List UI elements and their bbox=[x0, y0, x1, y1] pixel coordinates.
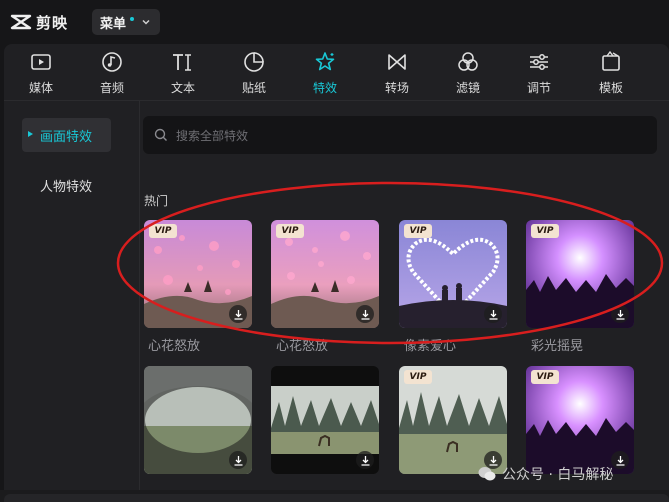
sidebar-item-character-effects[interactable]: 人物特效 bbox=[22, 168, 111, 202]
top-bar: 剪映 菜单 bbox=[0, 0, 669, 44]
effect-card[interactable]: VIP bbox=[144, 220, 252, 328]
tab-label: 特效 bbox=[312, 81, 337, 95]
template-icon bbox=[602, 50, 620, 71]
audio-icon bbox=[102, 52, 122, 72]
section-title: 热门 bbox=[144, 194, 169, 208]
vip-badge: VIP bbox=[149, 224, 177, 238]
media-icon bbox=[31, 54, 51, 70]
adjust-icon bbox=[530, 54, 548, 70]
search-placeholder: 搜索全部特效 bbox=[176, 128, 249, 143]
download-icon bbox=[234, 455, 242, 466]
watermark: 公众号 · 白马解秘 bbox=[478, 464, 613, 484]
vip-badge: VIP bbox=[404, 224, 432, 238]
tab-label: 滤镜 bbox=[455, 81, 480, 95]
tab-label: 音频 bbox=[99, 81, 124, 95]
capcut-logo-icon bbox=[10, 14, 32, 30]
category-sidebar: 画面特效 人物特效 bbox=[4, 100, 140, 490]
effect-card[interactable] bbox=[271, 366, 379, 474]
sidebar-item-label: 画面特效 bbox=[40, 129, 93, 145]
transition-icon bbox=[388, 54, 406, 70]
download-icon bbox=[616, 309, 624, 320]
tab-text[interactable]: 文本 bbox=[153, 48, 213, 98]
vip-badge: VIP bbox=[531, 224, 559, 238]
effects-icon bbox=[315, 52, 335, 71]
effect-card[interactable]: VIP bbox=[399, 220, 507, 328]
sidebar-item-scene-effects[interactable]: 画面特效 bbox=[22, 118, 111, 152]
tab-bar: 媒体 音频 文本 贴纸 特效 转场 滤镜 调节 模板 bbox=[4, 44, 669, 101]
tab-transition[interactable]: 转场 bbox=[367, 48, 427, 98]
tab-media[interactable]: 媒体 bbox=[11, 48, 71, 98]
download-button[interactable] bbox=[611, 451, 629, 469]
tab-label: 模板 bbox=[598, 81, 623, 95]
download-button[interactable] bbox=[229, 451, 247, 469]
effect-card[interactable]: VIP bbox=[526, 220, 634, 328]
tab-label: 调节 bbox=[526, 81, 551, 95]
active-caret-icon bbox=[28, 131, 33, 137]
tab-label: 贴纸 bbox=[241, 81, 266, 95]
effect-card[interactable]: VIP bbox=[399, 366, 507, 474]
tab-label: 文本 bbox=[170, 81, 195, 95]
tab-effects[interactable]: 特效 bbox=[295, 48, 355, 98]
tab-filter[interactable]: 滤镜 bbox=[438, 48, 498, 98]
download-button[interactable] bbox=[356, 451, 374, 469]
timeline-edge bbox=[4, 494, 669, 502]
download-button[interactable] bbox=[611, 305, 629, 323]
app-logo: 剪映 bbox=[10, 10, 68, 34]
app-name: 剪映 bbox=[36, 13, 69, 32]
search-icon bbox=[154, 128, 167, 141]
chevron-down-icon bbox=[142, 19, 150, 25]
vip-badge: VIP bbox=[531, 370, 559, 384]
download-icon bbox=[361, 309, 369, 320]
download-button[interactable] bbox=[229, 305, 247, 323]
text-icon bbox=[173, 54, 191, 71]
filter-icon bbox=[458, 52, 478, 71]
effect-card[interactable] bbox=[144, 366, 252, 474]
tab-adjust[interactable]: 调节 bbox=[509, 48, 569, 98]
notification-dot bbox=[130, 17, 135, 21]
download-icon bbox=[234, 309, 242, 320]
effect-card[interactable]: VIP bbox=[526, 366, 634, 474]
effect-card[interactable]: VIP bbox=[271, 220, 379, 328]
vip-badge: VIP bbox=[276, 224, 304, 238]
download-icon bbox=[489, 309, 497, 320]
effect-name: 心花怒放 bbox=[276, 339, 329, 354]
tab-label: 媒体 bbox=[28, 81, 53, 95]
download-button[interactable] bbox=[484, 305, 502, 323]
menu-button[interactable]: 菜单 bbox=[92, 9, 160, 35]
watermark-text: 公众号 · 白马解秘 bbox=[502, 467, 614, 483]
download-icon bbox=[361, 455, 369, 466]
download-icon bbox=[616, 455, 624, 466]
vip-badge: VIP bbox=[404, 370, 432, 384]
download-button[interactable] bbox=[356, 305, 374, 323]
effect-name: 像素爱心 bbox=[404, 339, 457, 354]
effect-name: 心花怒放 bbox=[148, 339, 201, 354]
tab-sticker[interactable]: 贴纸 bbox=[224, 48, 284, 98]
tab-label: 转场 bbox=[384, 81, 409, 95]
sticker-icon bbox=[244, 52, 264, 72]
sidebar-item-label: 人物特效 bbox=[40, 179, 93, 195]
wechat-icon bbox=[478, 467, 496, 481]
search-input[interactable]: 搜索全部特效 bbox=[143, 116, 657, 154]
effect-name: 彩光摇晃 bbox=[531, 339, 584, 354]
tab-template[interactable]: 模板 bbox=[581, 48, 641, 98]
menu-label: 菜单 bbox=[100, 16, 127, 32]
tab-audio[interactable]: 音频 bbox=[82, 48, 142, 98]
